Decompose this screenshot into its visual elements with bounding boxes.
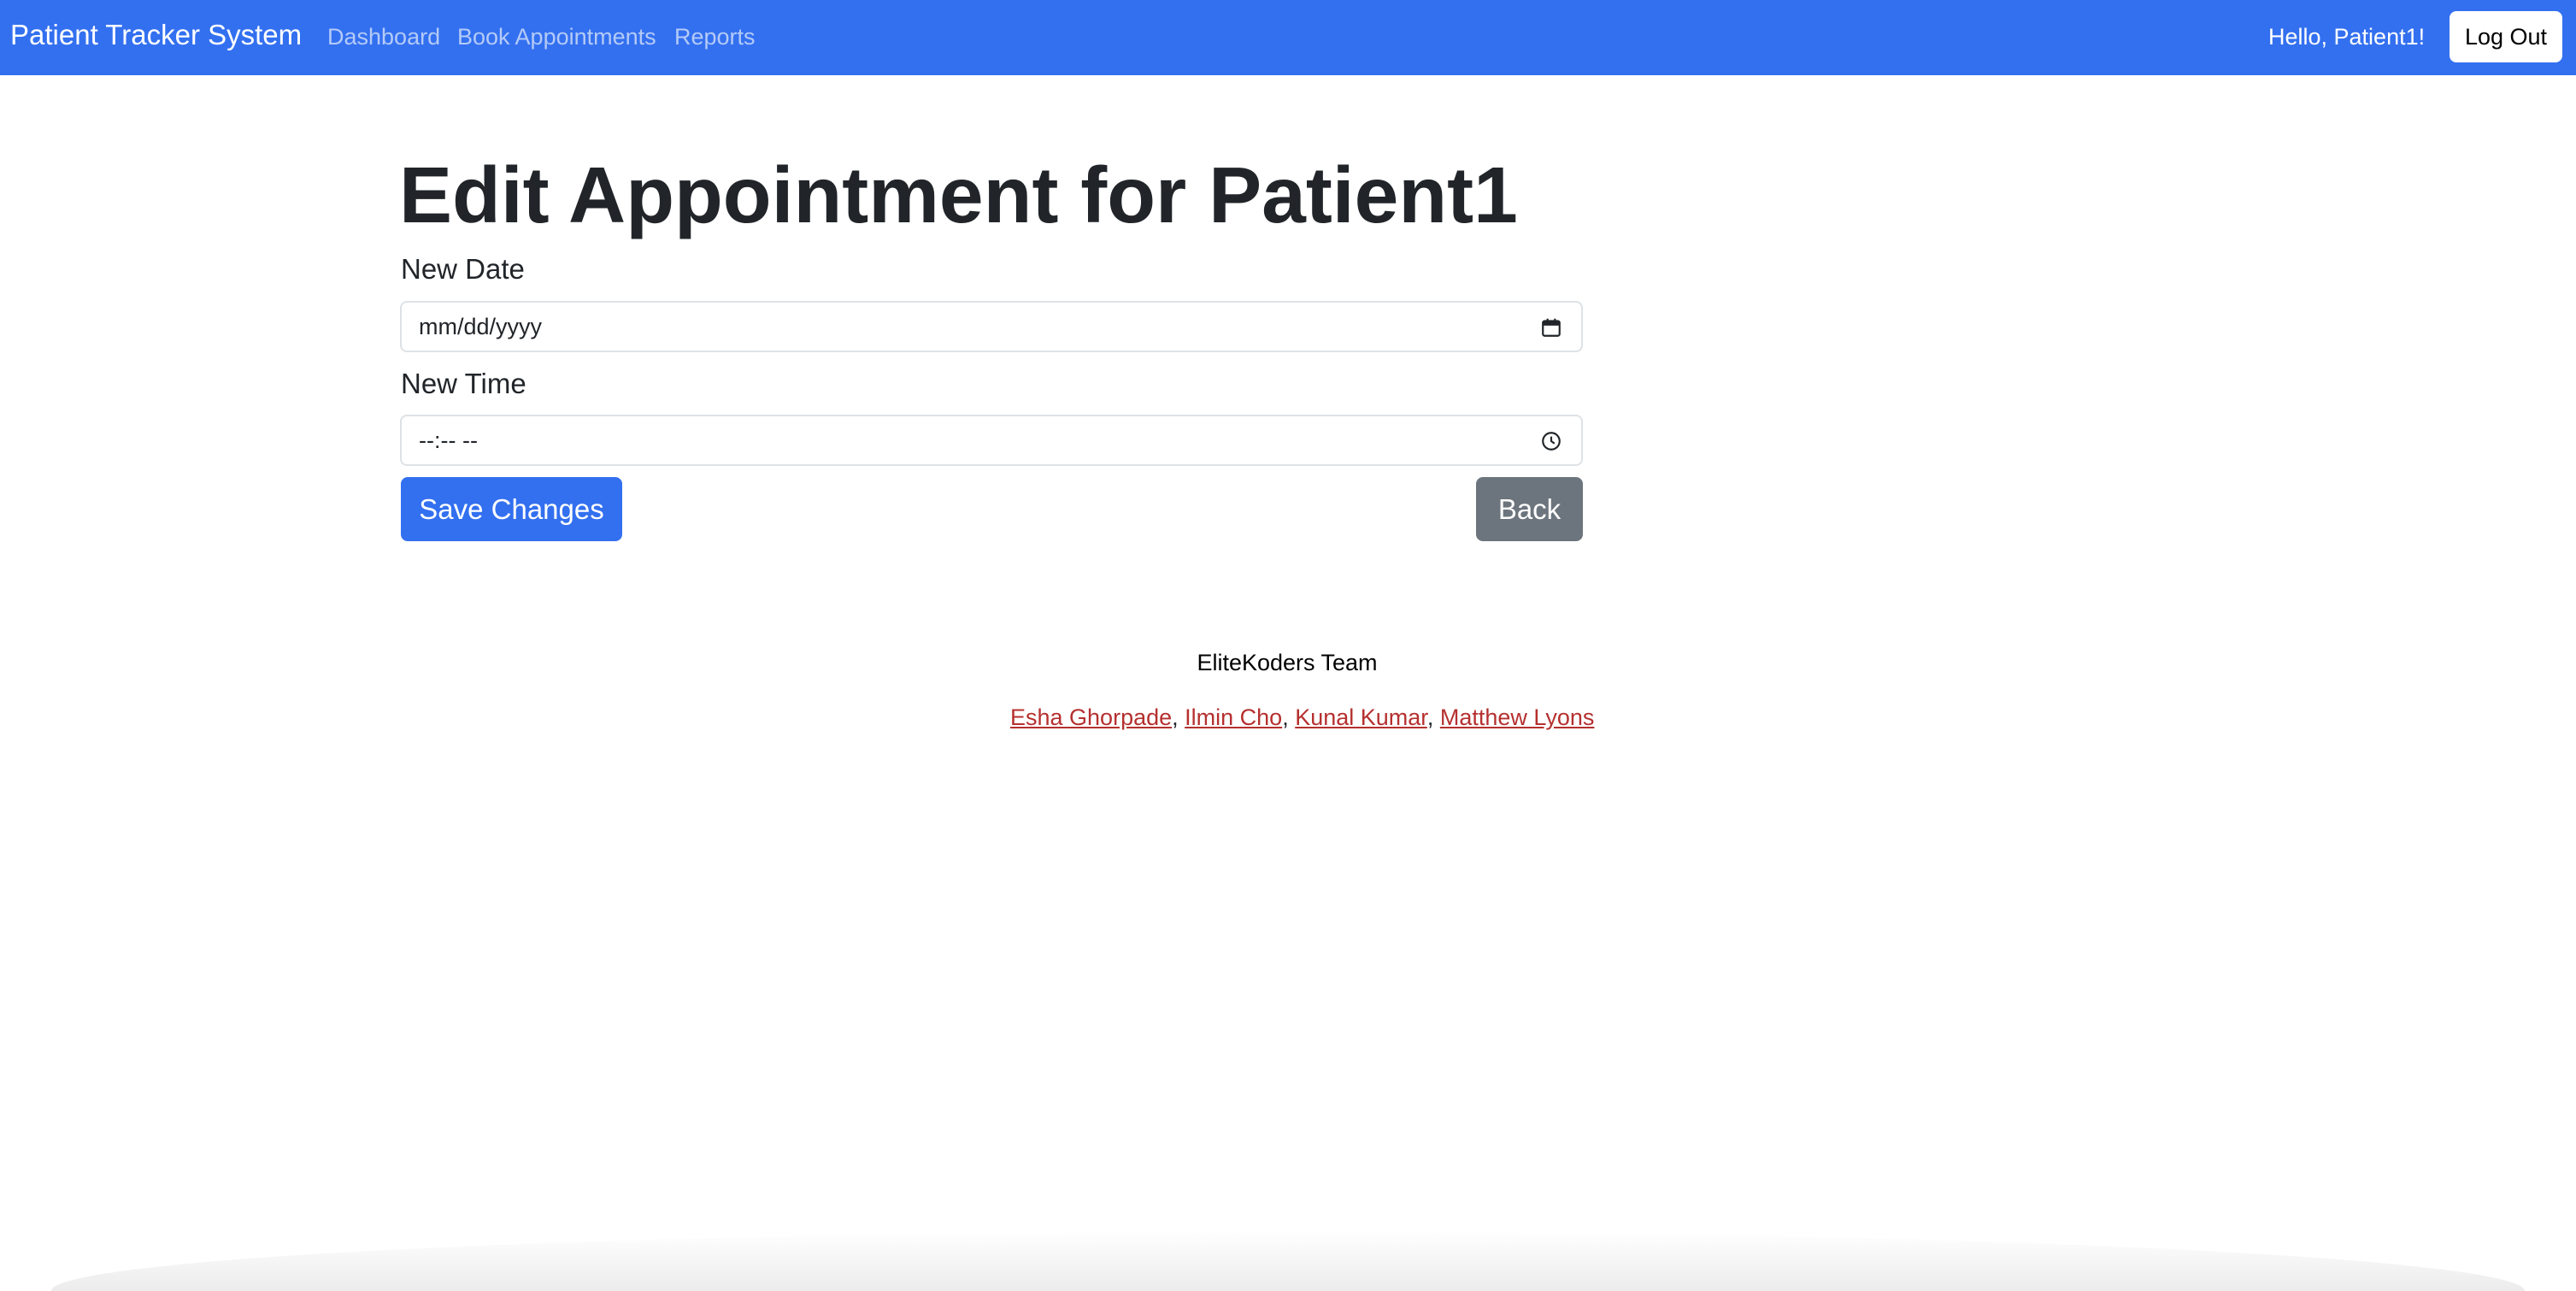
team-name: EliteKoders Team	[1197, 650, 1378, 675]
new-date-label: New Date	[401, 253, 525, 285]
separator: ,	[1426, 704, 1440, 730]
new-time-placeholder: --:-- --	[419, 427, 478, 453]
save-changes-button[interactable]: Save Changes	[401, 477, 622, 541]
clock-icon[interactable]	[1540, 430, 1562, 452]
nav-link-dashboard[interactable]: Dashboard	[327, 24, 440, 50]
logout-button[interactable]: Log Out	[2450, 11, 2562, 62]
brand-link[interactable]: Patient Tracker System	[10, 19, 302, 51]
separator: ,	[1282, 704, 1296, 730]
top-navbar: Patient Tracker System Dashboard Book Ap…	[0, 0, 2576, 75]
team-member-links: Esha Ghorpade, Ilmin Cho, Kunal Kumar, M…	[1010, 704, 1594, 731]
bottom-shadow	[51, 1231, 2525, 1291]
back-button[interactable]: Back	[1476, 477, 1583, 541]
nav-link-reports[interactable]: Reports	[674, 24, 756, 50]
user-greeting: Hello, Patient1!	[2268, 24, 2426, 50]
member-link-ilmin-cho[interactable]: Ilmin Cho	[1185, 704, 1282, 730]
member-link-esha-ghorpade[interactable]: Esha Ghorpade	[1010, 704, 1172, 730]
new-date-placeholder: mm/dd/yyyy	[419, 314, 543, 339]
calendar-icon[interactable]	[1540, 316, 1562, 339]
nav-link-book-appointments[interactable]: Book Appointments	[457, 24, 656, 50]
separator: ,	[1172, 704, 1185, 730]
new-time-label: New Time	[401, 368, 526, 399]
footer-team: EliteKoders Team	[0, 650, 2576, 676]
member-link-matthew-lyons[interactable]: Matthew Lyons	[1440, 704, 1595, 730]
member-link-kunal-kumar[interactable]: Kunal Kumar	[1295, 704, 1427, 730]
new-time-input[interactable]: --:-- --	[400, 415, 1583, 466]
new-date-input[interactable]: mm/dd/yyyy	[400, 301, 1583, 352]
page-title: Edit Appointment for Patient1	[399, 150, 1518, 239]
